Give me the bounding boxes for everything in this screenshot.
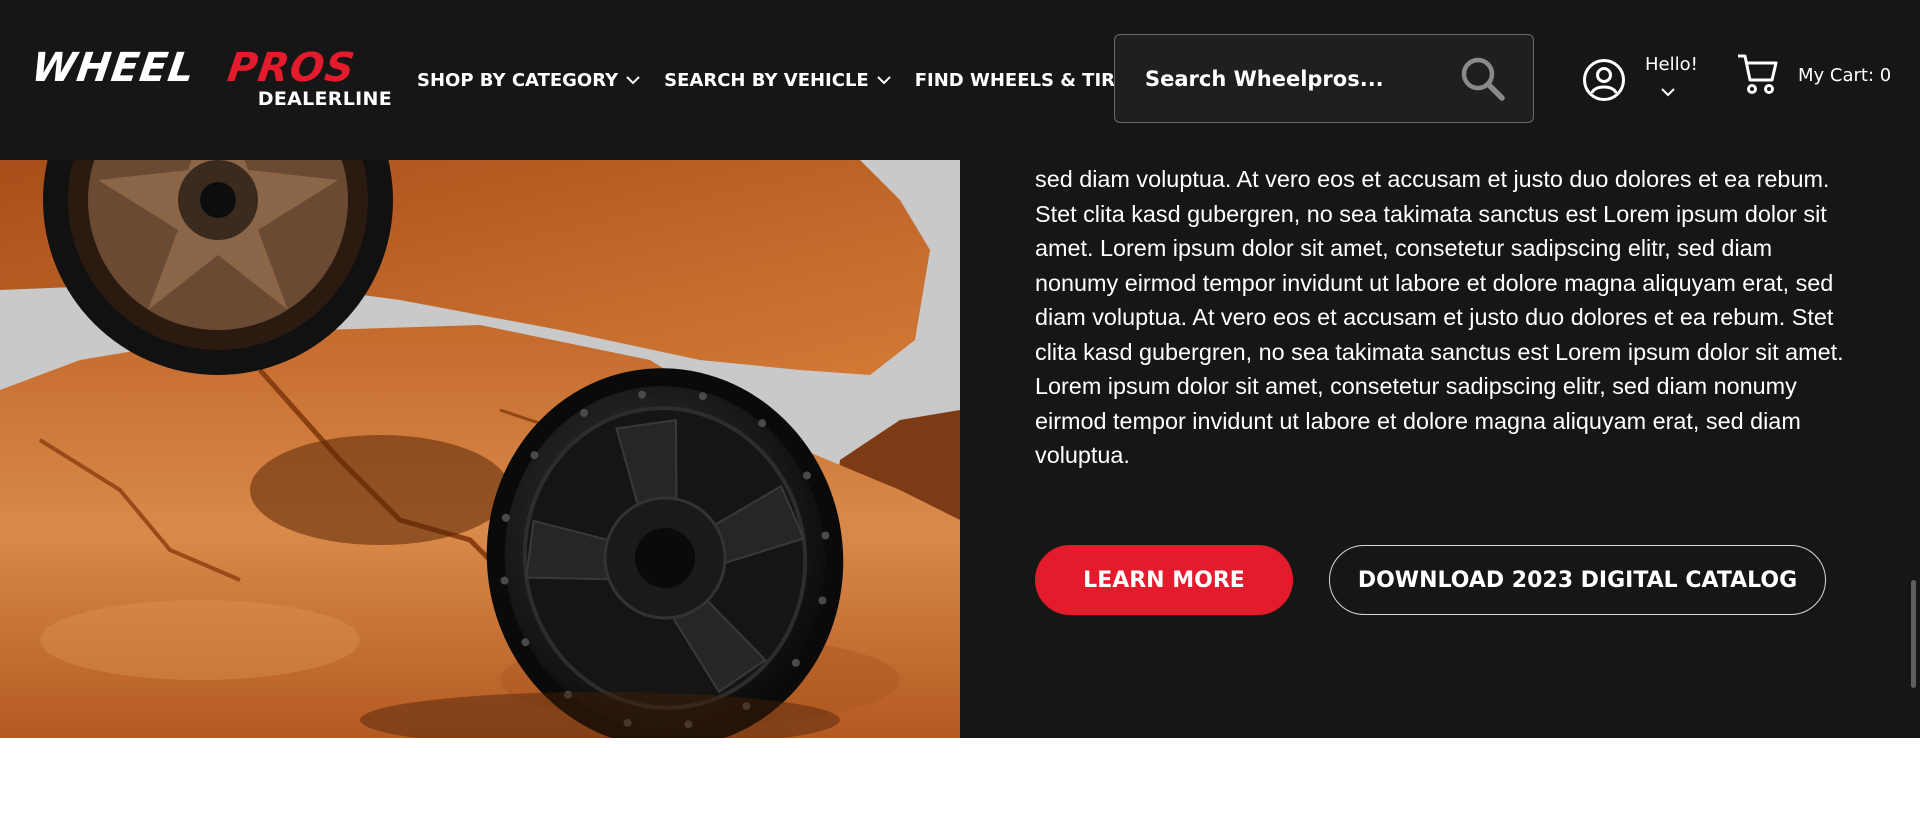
hero-image — [0, 160, 960, 738]
logo-word-wheel: WHEEL — [28, 45, 198, 91]
hero-section: sed diam voluptua. At vero eos et accusa… — [0, 160, 1920, 738]
nav-item-label: FIND WHEELS & TIRES — [914, 69, 1141, 91]
shopping-cart-icon — [1738, 54, 1778, 94]
chevron-down-icon — [877, 76, 891, 85]
nav-item-label: SEARCH BY VEHICLE — [664, 69, 869, 91]
download-catalog-button[interactable]: DOWNLOAD 2023 DIGITAL CATALOG — [1329, 545, 1826, 615]
wheel-on-rocks-illustration — [0, 160, 960, 738]
site-header: WHEEL PROS DEALERLINE SHOP BY CATEGORY S… — [0, 0, 1920, 160]
search-box — [1114, 34, 1534, 123]
page-scrollbar[interactable] — [1911, 580, 1916, 688]
nav-shop-by-category[interactable]: SHOP BY CATEGORY — [417, 70, 640, 91]
account-menu[interactable]: Hello! — [1582, 54, 1702, 110]
account-greeting: Hello! — [1645, 54, 1698, 75]
nav-item-label: SHOP BY CATEGORY — [417, 69, 619, 91]
cart-label: My Cart: 0 — [1798, 65, 1892, 86]
wheelpros-logo[interactable]: WHEEL PROS DEALERLINE — [28, 45, 392, 112]
chevron-down-icon — [626, 76, 640, 85]
search-input[interactable] — [1145, 59, 1445, 99]
main-nav: SHOP BY CATEGORY SEARCH BY VEHICLE FIND … — [417, 68, 1140, 92]
logo-word-pros: PROS — [224, 45, 359, 91]
logo-dealerline: DEALERLINE — [257, 88, 392, 110]
learn-more-button[interactable]: LEARN MORE — [1035, 545, 1293, 615]
hero-body-text: sed diam voluptua. At vero eos et accusa… — [1035, 166, 1844, 468]
user-circle-icon — [1583, 59, 1625, 101]
search-icon[interactable] — [1459, 55, 1507, 103]
cart-link[interactable]: My Cart: 0 — [1736, 52, 1906, 102]
chevron-down-icon — [1661, 88, 1675, 97]
page-content-below — [0, 738, 1920, 834]
nav-search-by-vehicle[interactable]: SEARCH BY VEHICLE — [664, 70, 891, 91]
nav-find-wheels-tires[interactable]: FIND WHEELS & TIRES — [915, 70, 1141, 91]
